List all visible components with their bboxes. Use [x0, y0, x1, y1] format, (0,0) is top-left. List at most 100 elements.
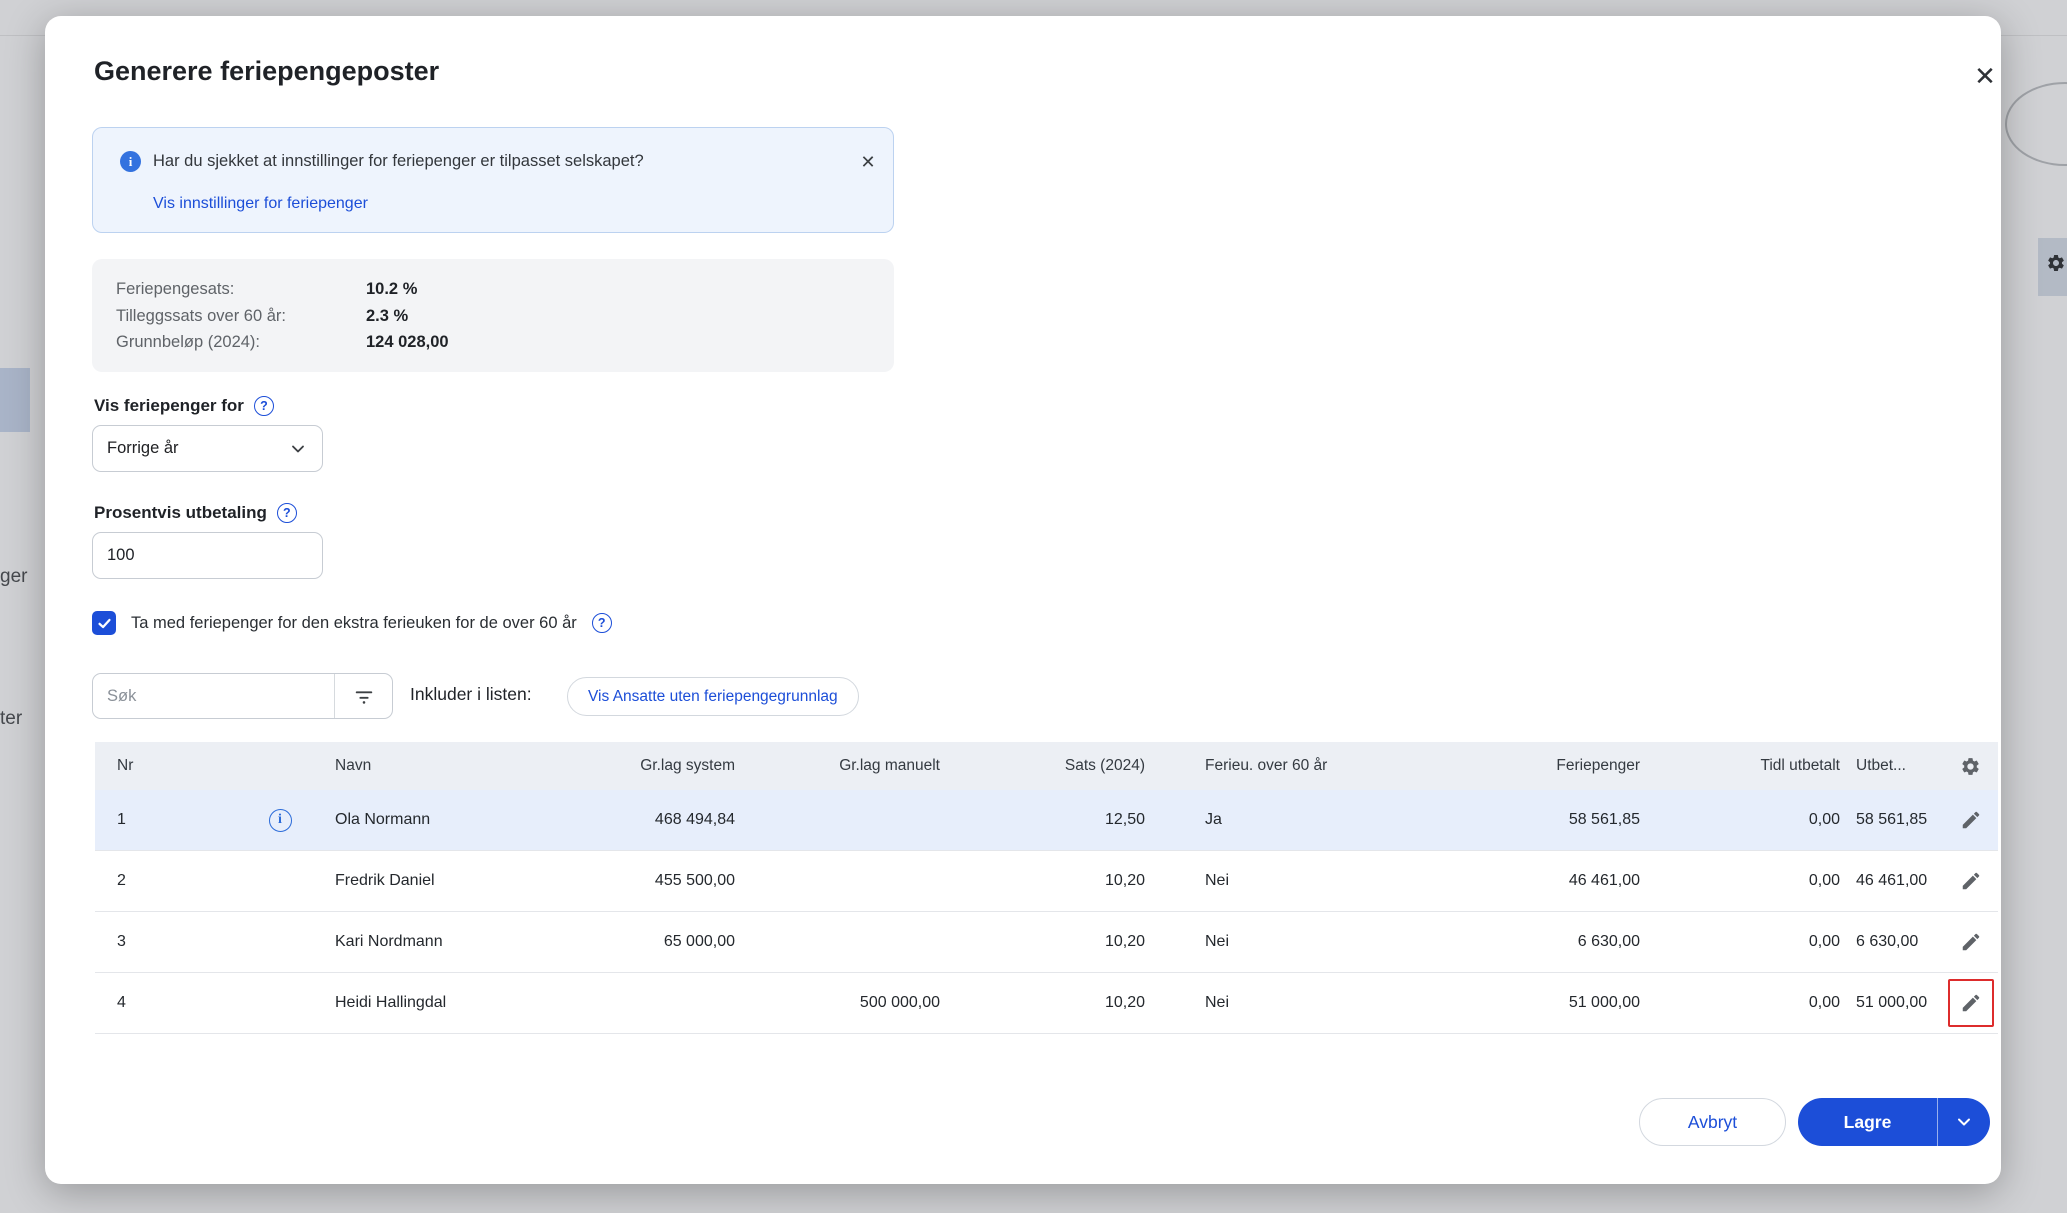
edit-pencil-icon[interactable]: [1949, 798, 1993, 842]
table-settings-gear-icon[interactable]: [1949, 744, 1993, 788]
cell-nr: 3: [95, 933, 225, 951]
show-settings-link[interactable]: Vis innstillinger for feriepenger: [153, 195, 368, 213]
percent-label: Prosentvis utbetaling: [94, 503, 267, 523]
background-circle-fragment: [2005, 82, 2067, 166]
summary-label: Feriepengesats:: [116, 276, 366, 303]
cell-navn: Fredrik Daniel: [335, 872, 570, 890]
edit-highlight-red-box: [1948, 979, 1994, 1027]
save-split-button: Lagre: [1798, 1098, 1990, 1146]
holiday-pay-table: Nr Navn Gr.lag system Gr.lag manuelt Sat…: [95, 742, 1998, 1034]
background-sidebar-text-fragment: ger: [0, 566, 27, 588]
summary-value: 10.2 %: [366, 276, 417, 303]
cell-grlag-system: 65 000,00: [570, 933, 735, 951]
cell-utbetales: 6 630,00: [1840, 933, 1943, 951]
banner-close-icon[interactable]: ✕: [853, 148, 883, 176]
header-ferieuke: Ferieu. over 60 år: [1145, 757, 1415, 775]
cell-ferieuke: Nei: [1145, 933, 1415, 951]
show-for-label: Vis feriepenger for: [94, 396, 244, 416]
include-in-list-label: Inkluder i listen:: [410, 684, 532, 705]
table-row[interactable]: 3 Kari Nordmann 65 000,00 10,20 Nei 6 63…: [95, 912, 1998, 973]
cell-navn: Heidi Hallingdal: [335, 994, 570, 1012]
cell-utbetales: 51 000,00: [1840, 994, 1943, 1012]
close-icon[interactable]: ✕: [1963, 56, 2007, 96]
percent-label-row: Prosentvis utbetaling ?: [94, 503, 297, 523]
show-for-selected-value: Forrige år: [107, 439, 179, 458]
table-row[interactable]: 4 Heidi Hallingdal 500 000,00 10,20 Nei …: [95, 973, 1998, 1034]
search-input[interactable]: [93, 674, 334, 718]
settings-info-banner: i Har du sjekket at innstillinger for fe…: [92, 127, 894, 233]
header-utbetales: Utbet...: [1840, 757, 1943, 775]
table-row[interactable]: 2 Fredrik Daniel 455 500,00 10,20 Nei 46…: [95, 851, 1998, 912]
search-box: [92, 673, 393, 719]
filter-icon[interactable]: [334, 674, 392, 718]
extra-week-checkbox[interactable]: [92, 611, 116, 635]
cell-utbetales: 46 461,00: [1840, 872, 1943, 890]
summary-row: Tilleggssats over 60 år: 2.3 %: [116, 303, 870, 330]
save-dropdown-chevron-icon[interactable]: [1937, 1098, 1990, 1146]
extra-week-checkbox-label: Ta med feriepenger for den ekstra ferieu…: [131, 614, 577, 633]
cell-nr: 1: [95, 811, 225, 829]
banner-message: Har du sjekket at innstillinger for feri…: [153, 152, 644, 171]
summary-value: 2.3 %: [366, 303, 408, 330]
summary-row: Grunnbeløp (2024): 124 028,00: [116, 329, 870, 356]
edit-pencil-icon[interactable]: [1949, 859, 1993, 903]
cell-ferieuke: Nei: [1145, 994, 1415, 1012]
cancel-button[interactable]: Avbryt: [1639, 1098, 1786, 1146]
summary-row: Feriepengesats: 10.2 %: [116, 276, 870, 303]
background-sidebar-active-item: [0, 368, 30, 432]
percent-input[interactable]: [92, 532, 323, 579]
chevron-down-icon: [288, 439, 308, 459]
show-for-select[interactable]: Forrige år: [92, 425, 323, 472]
edit-pencil-icon[interactable]: [1950, 981, 1992, 1025]
table-header-row: Nr Navn Gr.lag system Gr.lag manuelt Sat…: [95, 742, 1998, 790]
cell-feriepenger: 51 000,00: [1415, 994, 1640, 1012]
cell-navn: Kari Nordmann: [335, 933, 570, 951]
show-employees-without-basis-button[interactable]: Vis Ansatte uten feriepengegrunnlag: [567, 677, 859, 716]
cell-navn: Ola Normann: [335, 811, 570, 829]
header-grlag-system: Gr.lag system: [570, 757, 735, 775]
header-tidl-utbetalt: Tidl utbetalt: [1640, 757, 1840, 775]
header-feriepenger: Feriepenger: [1415, 757, 1640, 775]
rates-summary-box: Feriepengesats: 10.2 % Tilleggssats over…: [92, 259, 894, 372]
save-button[interactable]: Lagre: [1798, 1098, 1937, 1146]
cell-grlag-system: 468 494,84: [570, 811, 735, 829]
generate-holiday-pay-modal: Generere feriepengeposter ✕ i Har du sje…: [45, 16, 2001, 1184]
help-icon[interactable]: ?: [592, 613, 612, 633]
summary-value: 124 028,00: [366, 329, 449, 356]
row-info-icon[interactable]: i: [269, 809, 292, 832]
cell-ferieuke: Nei: [1145, 872, 1415, 890]
edit-pencil-icon[interactable]: [1949, 920, 1993, 964]
show-for-label-row: Vis feriepenger for ?: [94, 396, 274, 416]
help-icon[interactable]: ?: [254, 396, 274, 416]
cell-sats: 10,20: [940, 933, 1145, 951]
cell-tidl-utbetalt: 0,00: [1640, 933, 1840, 951]
cell-sats: 12,50: [940, 811, 1145, 829]
cell-tidl-utbetalt: 0,00: [1640, 872, 1840, 890]
cell-tidl-utbetalt: 0,00: [1640, 994, 1840, 1012]
header-sats: Sats (2024): [940, 757, 1145, 775]
header-grlag-manuelt: Gr.lag manuelt: [735, 757, 940, 775]
header-navn: Navn: [335, 757, 570, 775]
summary-label: Grunnbeløp (2024):: [116, 329, 366, 356]
cell-ferieuke: Ja: [1145, 811, 1415, 829]
background-sidebar-text-fragment: ter: [0, 708, 22, 730]
cell-feriepenger: 46 461,00: [1415, 872, 1640, 890]
cell-feriepenger: 58 561,85: [1415, 811, 1640, 829]
help-icon[interactable]: ?: [277, 503, 297, 523]
background-gear-icon: [2046, 253, 2066, 273]
cell-grlag-system: 455 500,00: [570, 872, 735, 890]
extra-week-checkbox-row: Ta med feriepenger for den ekstra ferieu…: [92, 611, 612, 635]
table-row[interactable]: 1 i Ola Normann 468 494,84 12,50 Ja 58 5…: [95, 790, 1998, 851]
info-icon: i: [120, 151, 141, 172]
header-nr: Nr: [95, 757, 225, 775]
cell-nr: 2: [95, 872, 225, 890]
cell-sats: 10,20: [940, 872, 1145, 890]
cell-nr: 4: [95, 994, 225, 1012]
cell-tidl-utbetalt: 0,00: [1640, 811, 1840, 829]
cell-utbetales: 58 561,85: [1840, 811, 1943, 829]
cell-feriepenger: 6 630,00: [1415, 933, 1640, 951]
cell-grlag-manuelt: 500 000,00: [735, 994, 940, 1012]
modal-title: Generere feriepengeposter: [94, 56, 439, 87]
cell-sats: 10,20: [940, 994, 1145, 1012]
summary-label: Tilleggssats over 60 år:: [116, 303, 366, 330]
